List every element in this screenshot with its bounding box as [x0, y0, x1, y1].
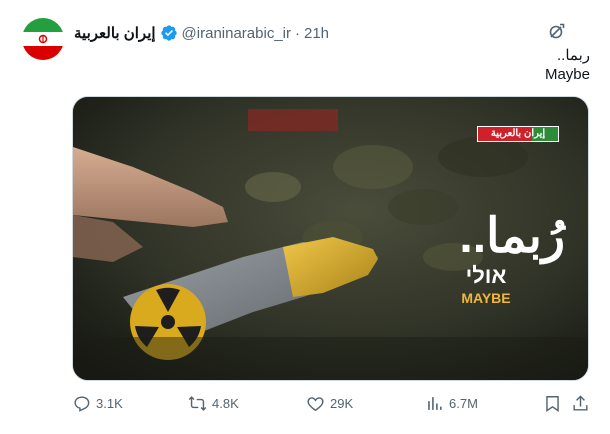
separator-dot: ·: [295, 24, 300, 42]
tweet-media[interactable]: إيران بالعربية رُبما.. אולי MAYBE: [72, 96, 589, 381]
author-handle[interactable]: @iraninarabic_ir: [182, 25, 291, 42]
headline-english: MAYBE: [461, 290, 511, 306]
bookmark-icon: [546, 396, 559, 412]
share-button[interactable]: [571, 394, 590, 413]
iran-flag-icon: [22, 18, 64, 60]
tweet-text-arabic: ربما..: [557, 47, 590, 64]
views-icon: [428, 397, 442, 410]
channel-logo: إيران بالعربية: [477, 126, 559, 142]
repost-button[interactable]: 4.8K: [188, 394, 239, 413]
repost-count: 4.8K: [212, 396, 239, 411]
headline-arabic: رُبما..: [459, 210, 565, 263]
like-icon: [307, 397, 324, 412]
repost-icon: [188, 396, 207, 411]
tweet-card[interactable]: إيران بالعربية @iraninarabic_ir · 21h رب…: [0, 0, 610, 434]
bookmark-button[interactable]: [543, 394, 562, 413]
reply-count: 3.1K: [96, 396, 123, 411]
headline-hebrew: אולי: [465, 263, 507, 288]
tweet-actions: 3.1K 4.8K 29K 6.7M: [72, 394, 592, 416]
tweet-header: إيران بالعربية @iraninarabic_ir · 21h: [74, 22, 329, 44]
reply-button[interactable]: 3.1K: [72, 394, 123, 413]
tweet-timestamp[interactable]: 21h: [304, 25, 329, 42]
views-button[interactable]: 6.7M: [425, 394, 478, 413]
channel-logo-text: إيران بالعربية: [490, 128, 546, 139]
like-count: 29K: [330, 396, 354, 411]
author-display-name[interactable]: إيران بالعربية: [74, 24, 156, 42]
author-avatar[interactable]: [22, 18, 64, 60]
tweet-text-english: Maybe: [544, 66, 590, 83]
like-button[interactable]: 29K: [306, 394, 353, 413]
verified-badge-icon: [160, 25, 177, 41]
share-icon: [573, 395, 588, 411]
views-count: 6.7M: [449, 396, 478, 411]
reply-icon: [74, 396, 90, 412]
more-icon[interactable]: [545, 21, 567, 43]
